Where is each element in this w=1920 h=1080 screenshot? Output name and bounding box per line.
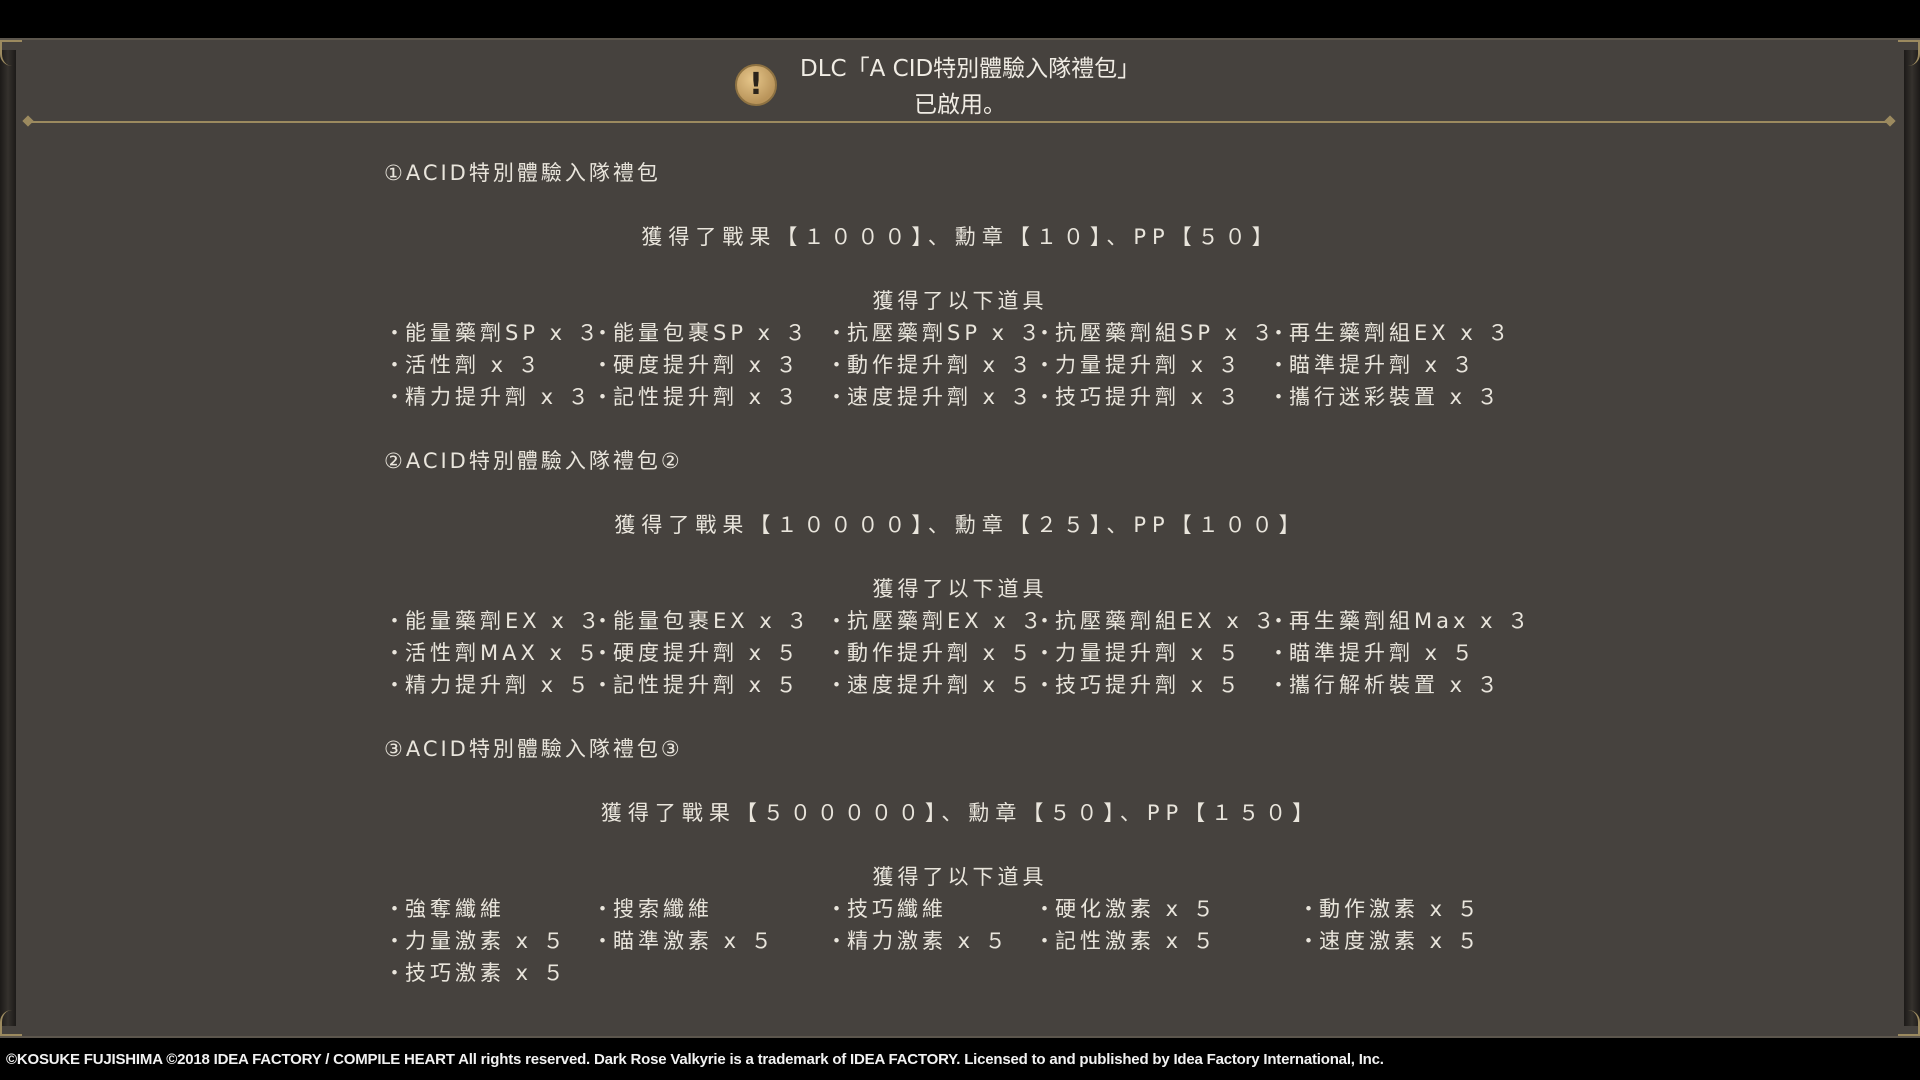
reward-item: 精力激素 x ５ [826,925,1010,955]
dlc-content: ①ACID特別體驗入隊禮包 獲得了戰果【１０００】、勳章【１０】、PP【５０】 獲得… [0,40,1920,1040]
reward-item: 力量提升劑 x ５ [1034,637,1243,667]
reward-item: 動作提升劑 x ３ [826,349,1035,379]
reward-item: 精力提升劑 x ３ [384,381,593,411]
copyright-notice: ©KOSUKE FUJISHIMA ©2018 IDEA FACTORY / C… [6,1051,1384,1068]
reward-item: 能量藥劑SP x ３ [384,317,602,347]
pack-title: ②ACID特別體驗入隊禮包② [384,449,683,473]
reward-item: 技巧激素 x ５ [384,957,568,987]
reward-item: 動作激素 x ５ [1298,893,1482,923]
reward-item: 速度提升劑 x ５ [826,669,1035,699]
reward-item: 力量激素 x ５ [384,925,568,955]
reward-item: 記性提升劑 x ３ [592,381,801,411]
reward-item: 硬度提升劑 x ３ [592,349,801,379]
reward-item: 瞄準提升劑 x ３ [1268,349,1477,379]
reward-item: 抗壓藥劑SP x ３ [826,317,1044,347]
pack-rewards: 獲得了戰果【１００００】、勳章【２５】、PP【１００】 [614,513,1306,537]
reward-item: 瞄準提升劑 x ５ [1268,637,1477,667]
reward-item: 攜行解析裝置 x ３ [1268,669,1502,699]
reward-item: 能量包裹EX x ３ [592,605,811,635]
dlc-notification-panel: ! DLC「A CID特別體驗入隊禮包」 已啟用。 ①ACID特別體驗入隊禮包獲… [0,38,1920,1038]
reward-item: 抗壓藥劑EX x ３ [826,605,1045,635]
reward-item: 瞄準激素 x ５ [592,925,776,955]
reward-item: 能量包裹SP x ３ [592,317,810,347]
reward-item: 速度激素 x ５ [1298,925,1482,955]
reward-item: 攜行迷彩裝置 x ３ [1268,381,1502,411]
pack-rewards: 獲得了戰果【１０００】、勳章【１０】、PP【５０】 [641,225,1279,249]
pack-rewards: 獲得了戰果【５０００００】、勳章【５０】、PP【１５０】 [600,801,1320,825]
reward-item: 記性激素 x ５ [1034,925,1218,955]
reward-item: 強奪纖維 [384,893,505,923]
reward-item: 能量藥劑EX x ３ [384,605,603,635]
reward-item: 再生藥劑組EX x ３ [1268,317,1512,347]
reward-item: 硬度提升劑 x ５ [592,637,801,667]
reward-item: 速度提升劑 x ３ [826,381,1035,411]
reward-item: 技巧提升劑 x ３ [1034,381,1243,411]
reward-item: 抗壓藥劑組SP x ３ [1034,317,1277,347]
reward-item: 搜索纖維 [592,893,713,923]
reward-item: 技巧纖維 [826,893,947,923]
reward-item: 動作提升劑 x ５ [826,637,1035,667]
items-heading: 獲得了以下道具 [872,577,1048,601]
reward-item: 硬化激素 x ５ [1034,893,1218,923]
reward-item: 活性劑MAX x ５ [384,637,602,667]
reward-item: 活性劑 x ３ [384,349,543,379]
items-heading: 獲得了以下道具 [872,289,1048,313]
pack-title: ①ACID特別體驗入隊禮包 [384,161,661,185]
reward-item: 力量提升劑 x ３ [1034,349,1243,379]
pack-title: ③ACID特別體驗入隊禮包③ [384,737,683,761]
reward-item: 再生藥劑組Max x ３ [1268,605,1532,635]
reward-item: 抗壓藥劑組EX x ３ [1034,605,1278,635]
reward-item: 記性提升劑 x ５ [592,669,801,699]
reward-item: 精力提升劑 x ５ [384,669,593,699]
items-heading: 獲得了以下道具 [872,865,1048,889]
reward-item: 技巧提升劑 x ５ [1034,669,1243,699]
